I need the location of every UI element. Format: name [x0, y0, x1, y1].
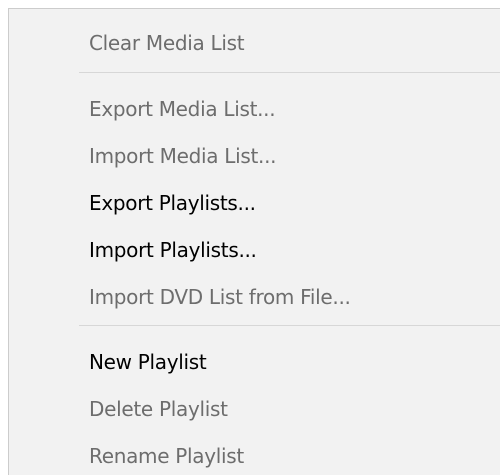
menu-item-import-media-list[interactable]: Import Media List...	[89, 136, 277, 176]
menu-item-new-playlist[interactable]: New Playlist	[89, 342, 207, 382]
menu-item-export-media-list[interactable]: Export Media List...	[89, 89, 276, 129]
menu-item-clear-media-list[interactable]: Clear Media List	[89, 23, 245, 63]
menu-separator	[79, 325, 500, 326]
menu-item-export-playlists[interactable]: Export Playlists...	[89, 183, 256, 223]
menu-item-import-playlists[interactable]: Import Playlists...	[89, 230, 257, 270]
menu-item-import-dvd-list[interactable]: Import DVD List from File...	[89, 277, 351, 317]
menu-item-rename-playlist[interactable]: Rename Playlist	[89, 436, 244, 476]
menu-separator	[79, 72, 500, 73]
context-menu: Clear Media List Export Media List... Im…	[8, 8, 500, 475]
menu-item-delete-playlist[interactable]: Delete Playlist	[89, 389, 228, 429]
